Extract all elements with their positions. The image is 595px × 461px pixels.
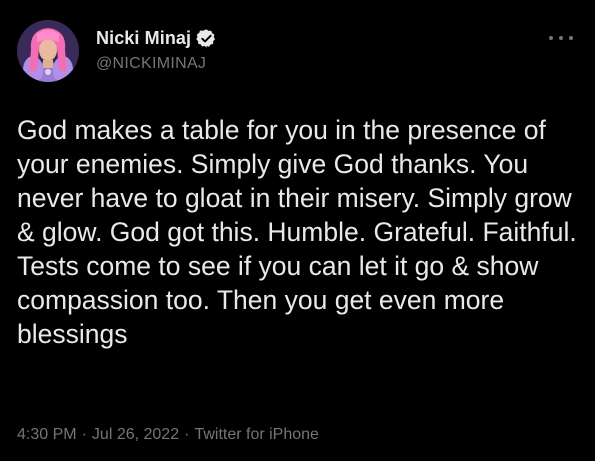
tweet-text: God makes a table for you in the presenc… bbox=[17, 115, 577, 349]
avatar-image bbox=[17, 20, 79, 82]
tweet-card: Nicki Minaj @NICKIMINAJ God makes a tabl… bbox=[0, 0, 595, 461]
avatar[interactable] bbox=[17, 20, 79, 82]
verified-badge-icon bbox=[196, 28, 217, 49]
author-handle[interactable]: @NICKIMINAJ bbox=[96, 55, 206, 73]
tweet-source[interactable]: Twitter for iPhone bbox=[194, 426, 319, 444]
tweet-date[interactable]: Jul 26, 2022 bbox=[92, 426, 179, 444]
author-name-row[interactable]: Nicki Minaj bbox=[96, 27, 217, 49]
more-options-button[interactable] bbox=[549, 33, 573, 43]
tweet-time[interactable]: 4:30 PM bbox=[17, 426, 77, 444]
meta-separator: · bbox=[81, 426, 87, 443]
author-display-name[interactable]: Nicki Minaj bbox=[96, 28, 191, 49]
ellipsis-dot bbox=[559, 36, 563, 40]
tweet-meta: 4:30 PM · Jul 26, 2022 · Twitter for iPh… bbox=[17, 426, 319, 444]
meta-separator: · bbox=[184, 426, 190, 443]
ellipsis-dot bbox=[569, 36, 573, 40]
ellipsis-dot bbox=[549, 36, 553, 40]
